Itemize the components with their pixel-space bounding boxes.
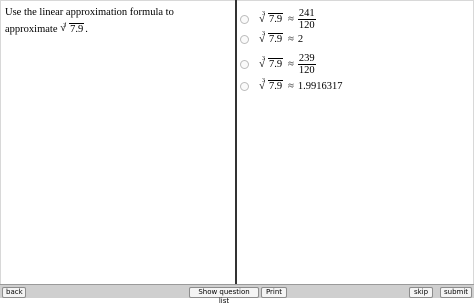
cube-root-expression: 3√7.9 <box>259 81 283 92</box>
cube-root-expression: 3√7.9 <box>259 59 283 70</box>
radicand: 7.9 <box>69 23 84 35</box>
choice-1[interactable]: 3√7.9 ≈ 241120 <box>240 8 316 31</box>
question-text: Use the linear approximation formula to … <box>5 4 230 38</box>
question-prefix: approximate <box>5 24 57 35</box>
cube-root-expression: 3√7.9 <box>259 34 283 45</box>
quiz-panel <box>0 0 474 285</box>
approx-sign: ≈ <box>288 14 294 25</box>
print-button[interactable]: Print <box>261 287 287 298</box>
choice-4[interactable]: 3√7.9 ≈ 1.9916317 <box>240 81 343 92</box>
radical-sign-icon: √ <box>259 58 265 70</box>
choice-3-expression: 3√7.9 ≈ 239120 <box>259 53 316 76</box>
cube-root-expression: 3√7.9 <box>259 14 283 25</box>
radio-button[interactable] <box>240 60 249 69</box>
radio-button[interactable] <box>240 35 249 44</box>
panel-divider <box>235 0 237 284</box>
radicand: 7.9 <box>268 58 283 70</box>
approx-sign: ≈ <box>288 81 294 92</box>
choice-1-expression: 3√7.9 ≈ 241120 <box>259 8 316 31</box>
skip-button[interactable]: skip <box>409 287 433 298</box>
cube-root-expression: 3√7.9 <box>60 21 84 38</box>
numerator: 239 <box>298 53 316 65</box>
question-line-1: Use the linear approximation formula to <box>5 4 230 21</box>
value: 1.9916317 <box>298 81 343 92</box>
radicand: 7.9 <box>268 33 283 45</box>
denominator: 120 <box>299 20 315 31</box>
radio-button[interactable] <box>240 82 249 91</box>
radicand: 7.9 <box>268 13 283 25</box>
radical-sign-icon: √ <box>259 80 265 92</box>
choice-3[interactable]: 3√7.9 ≈ 239120 <box>240 53 316 76</box>
radio-button[interactable] <box>240 15 249 24</box>
radicand: 7.9 <box>268 80 283 92</box>
approx-sign: ≈ <box>288 34 294 45</box>
fraction: 241120 <box>298 8 316 31</box>
question-suffix: . <box>85 24 88 35</box>
radical-sign-icon: √ <box>259 13 265 25</box>
approx-sign: ≈ <box>288 59 294 70</box>
value: 2 <box>298 34 303 45</box>
bottom-toolbar: back Show question list Print skip submi… <box>0 284 474 298</box>
fraction: 239120 <box>298 53 316 76</box>
submit-button[interactable]: submit <box>440 287 472 298</box>
choice-4-expression: 3√7.9 ≈ 1.9916317 <box>259 81 343 92</box>
choice-2-expression: 3√7.9 ≈ 2 <box>259 34 303 45</box>
radical-sign-icon: √ <box>60 20 66 37</box>
choice-2[interactable]: 3√7.9 ≈ 2 <box>240 34 303 45</box>
back-button[interactable]: back <box>2 287 26 298</box>
denominator: 120 <box>299 65 315 76</box>
radical-sign-icon: √ <box>259 33 265 45</box>
question-line-2: approximate 3√7.9. <box>5 21 230 38</box>
show-question-list-button[interactable]: Show question list <box>189 287 259 298</box>
numerator: 241 <box>298 8 316 20</box>
